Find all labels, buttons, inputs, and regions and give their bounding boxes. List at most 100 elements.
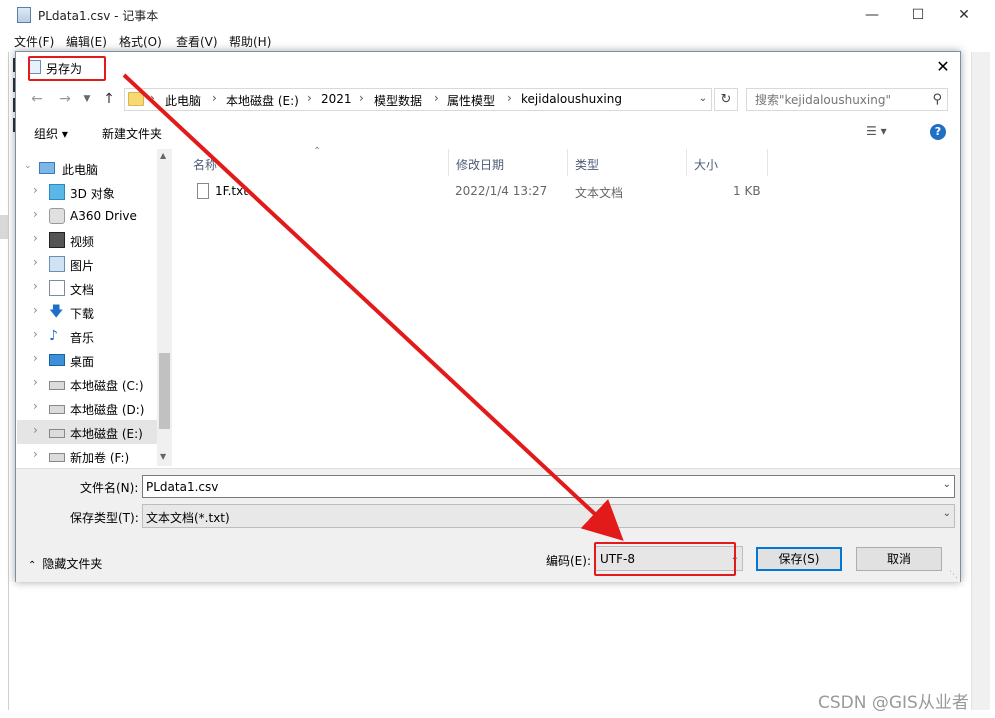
menu-file[interactable]: 文件(F) bbox=[14, 33, 54, 50]
tree-item[interactable]: › 本地磁盘 (D:) bbox=[17, 396, 157, 420]
chevron-right-icon[interactable]: › bbox=[33, 303, 38, 317]
annotation-box-title bbox=[28, 56, 106, 81]
drive-icon bbox=[49, 453, 65, 462]
column-header-modified[interactable]: 修改日期 bbox=[450, 149, 568, 176]
hide-folders-label: 隐藏文件夹 bbox=[42, 557, 103, 571]
breadcrumb-drive-e[interactable]: 本地磁盘 (E:) bbox=[226, 92, 299, 109]
breadcrumb-separator[interactable]: › bbox=[434, 91, 439, 105]
search-icon[interactable]: ⚲ bbox=[932, 92, 942, 107]
recent-chevron-icon[interactable]: ▼ bbox=[76, 88, 98, 110]
help-icon[interactable]: ? bbox=[930, 124, 946, 140]
chevron-right-icon[interactable]: › bbox=[33, 399, 38, 413]
minimize-button[interactable]: — bbox=[849, 0, 895, 30]
watermark: CSDN @GIS从业者 bbox=[818, 693, 969, 713]
menu-format[interactable]: 格式(O) bbox=[119, 33, 162, 50]
tree-item[interactable]: › 🡇 下载 bbox=[17, 300, 157, 324]
navigation-bar: ← → ▼ ↑ › 此电脑 › 本地磁盘 (E:) › 2021 › 模型数据 … bbox=[16, 84, 960, 114]
address-bar[interactable]: › 此电脑 › 本地磁盘 (E:) › 2021 › 模型数据 › 属性模型 ›… bbox=[124, 88, 712, 111]
tree-scrollbar[interactable]: ▲ ▼ bbox=[157, 149, 172, 466]
column-label: 大小 bbox=[694, 158, 719, 172]
view-options-icon[interactable]: ☰ ▾ bbox=[866, 124, 887, 138]
chevron-right-icon[interactable]: › bbox=[33, 375, 38, 389]
breadcrumb-separator[interactable]: › bbox=[150, 91, 155, 105]
chevron-right-icon[interactable]: › bbox=[33, 351, 38, 365]
cancel-button[interactable]: 取消 bbox=[856, 547, 942, 571]
filename-field[interactable]: ⌄ bbox=[142, 475, 955, 498]
chevron-right-icon[interactable]: › bbox=[33, 279, 38, 293]
drive-icon bbox=[49, 429, 65, 438]
breadcrumb-current-folder[interactable]: kejidaloushuxing bbox=[521, 92, 622, 106]
chevron-right-icon[interactable]: › bbox=[33, 447, 38, 461]
breadcrumb-attribute-model[interactable]: 属性模型 bbox=[447, 92, 495, 109]
menu-help[interactable]: 帮助(H) bbox=[229, 33, 271, 50]
tree-item[interactable]: › ♪ 音乐 bbox=[17, 324, 157, 348]
resize-grip-icon[interactable]: ⋱ bbox=[949, 570, 958, 580]
tree-item[interactable]: › 本地磁盘 (C:) bbox=[17, 372, 157, 396]
new-folder-button[interactable]: 新建文件夹 bbox=[102, 125, 162, 142]
chevron-down-icon[interactable]: ⌄ bbox=[943, 508, 951, 519]
refresh-icon[interactable]: ↻ bbox=[714, 88, 738, 111]
organize-button[interactable]: 组织 ▾ bbox=[34, 125, 68, 142]
notepad-icon bbox=[17, 7, 31, 23]
tree-item-label: 3D 对象 bbox=[70, 187, 115, 201]
breadcrumb-this-pc[interactable]: 此电脑 bbox=[165, 92, 201, 109]
notepad-menubar: 文件(F) 编辑(E) 格式(O) 查看(V) 帮助(H) bbox=[0, 30, 995, 51]
menu-view[interactable]: 查看(V) bbox=[176, 33, 218, 50]
maximize-button[interactable]: ☐ bbox=[895, 0, 941, 30]
chevron-down-icon[interactable]: ⌄ bbox=[24, 161, 32, 171]
tree-item[interactable]: › 桌面 bbox=[17, 348, 157, 372]
filename-input[interactable] bbox=[143, 476, 933, 497]
tree-item-label: 文档 bbox=[70, 283, 95, 297]
hide-folders-toggle[interactable]: ⌃ 隐藏文件夹 bbox=[28, 555, 102, 572]
filename-label: 文件名(N): bbox=[80, 481, 139, 495]
tree-item[interactable]: › 新加卷 (F:) bbox=[17, 444, 157, 466]
drive-icon bbox=[49, 405, 65, 414]
savetype-select[interactable]: 文本文档(*.txt) ⌄ bbox=[142, 504, 955, 528]
scroll-up-icon[interactable]: ▲ bbox=[160, 151, 166, 160]
search-box[interactable]: ⚲ bbox=[746, 88, 948, 111]
tree-item[interactable]: › 视频 bbox=[17, 228, 157, 252]
cube-icon bbox=[49, 184, 65, 200]
dialog-close-button[interactable]: ✕ bbox=[926, 52, 960, 82]
chevron-right-icon[interactable]: › bbox=[33, 327, 38, 341]
chevron-right-icon[interactable]: › bbox=[33, 231, 38, 245]
computer-icon bbox=[39, 162, 55, 174]
chevron-right-icon[interactable]: › bbox=[33, 183, 38, 197]
tree-item[interactable]: › A360 Drive bbox=[17, 204, 157, 228]
close-window-button[interactable]: ✕ bbox=[941, 0, 987, 30]
scroll-down-icon[interactable]: ▼ bbox=[160, 452, 166, 461]
tree-item[interactable]: › 本地磁盘 (E:) bbox=[17, 420, 157, 444]
chevron-right-icon[interactable]: › bbox=[33, 207, 38, 221]
breadcrumb-separator[interactable]: › bbox=[359, 91, 364, 105]
file-row[interactable]: 1F.txt 2022/1/4 13:27 文本文档 1 KB bbox=[173, 181, 773, 203]
column-header-type[interactable]: 类型 bbox=[569, 149, 687, 176]
breadcrumb-model-data[interactable]: 模型数据 bbox=[374, 92, 422, 109]
up-arrow-icon[interactable]: ↑ bbox=[98, 88, 120, 110]
address-dropdown-icon[interactable]: ⌄ bbox=[694, 88, 712, 111]
tree-item[interactable]: › 3D 对象 bbox=[17, 180, 157, 204]
scroll-thumb[interactable] bbox=[159, 353, 170, 429]
annotation-box-encoding bbox=[594, 542, 736, 576]
breadcrumb-2021[interactable]: 2021 bbox=[321, 92, 352, 106]
notepad-title: PLdata1.csv - 记事本 bbox=[38, 9, 159, 23]
breadcrumb-separator[interactable]: › bbox=[307, 91, 312, 105]
chevron-right-icon[interactable]: › bbox=[33, 255, 38, 269]
notepad-scrollbar[interactable] bbox=[971, 52, 990, 710]
breadcrumb-separator[interactable]: › bbox=[507, 91, 512, 105]
chevron-down-icon[interactable]: ⌄ bbox=[943, 479, 951, 490]
tree-item[interactable]: › 文档 bbox=[17, 276, 157, 300]
search-input[interactable] bbox=[747, 89, 923, 110]
column-header-name[interactable]: 名称 bbox=[173, 149, 449, 176]
forward-arrow-icon[interactable]: → bbox=[54, 88, 76, 110]
menu-edit[interactable]: 编辑(E) bbox=[66, 33, 107, 50]
breadcrumb-separator[interactable]: › bbox=[212, 91, 217, 105]
save-button[interactable]: 保存(S) bbox=[756, 547, 842, 571]
column-header-size[interactable]: 大小 bbox=[688, 149, 768, 176]
back-arrow-icon[interactable]: ← bbox=[26, 88, 48, 110]
tree-item[interactable]: ⌄ 此电脑 bbox=[17, 156, 157, 180]
tree-item[interactable]: › 图片 bbox=[17, 252, 157, 276]
chevron-right-icon[interactable]: › bbox=[33, 423, 38, 437]
file-modified: 2022/1/4 13:27 bbox=[455, 184, 548, 198]
encoding-label: 编码(E): bbox=[546, 554, 591, 568]
column-label: 名称 bbox=[193, 158, 218, 172]
